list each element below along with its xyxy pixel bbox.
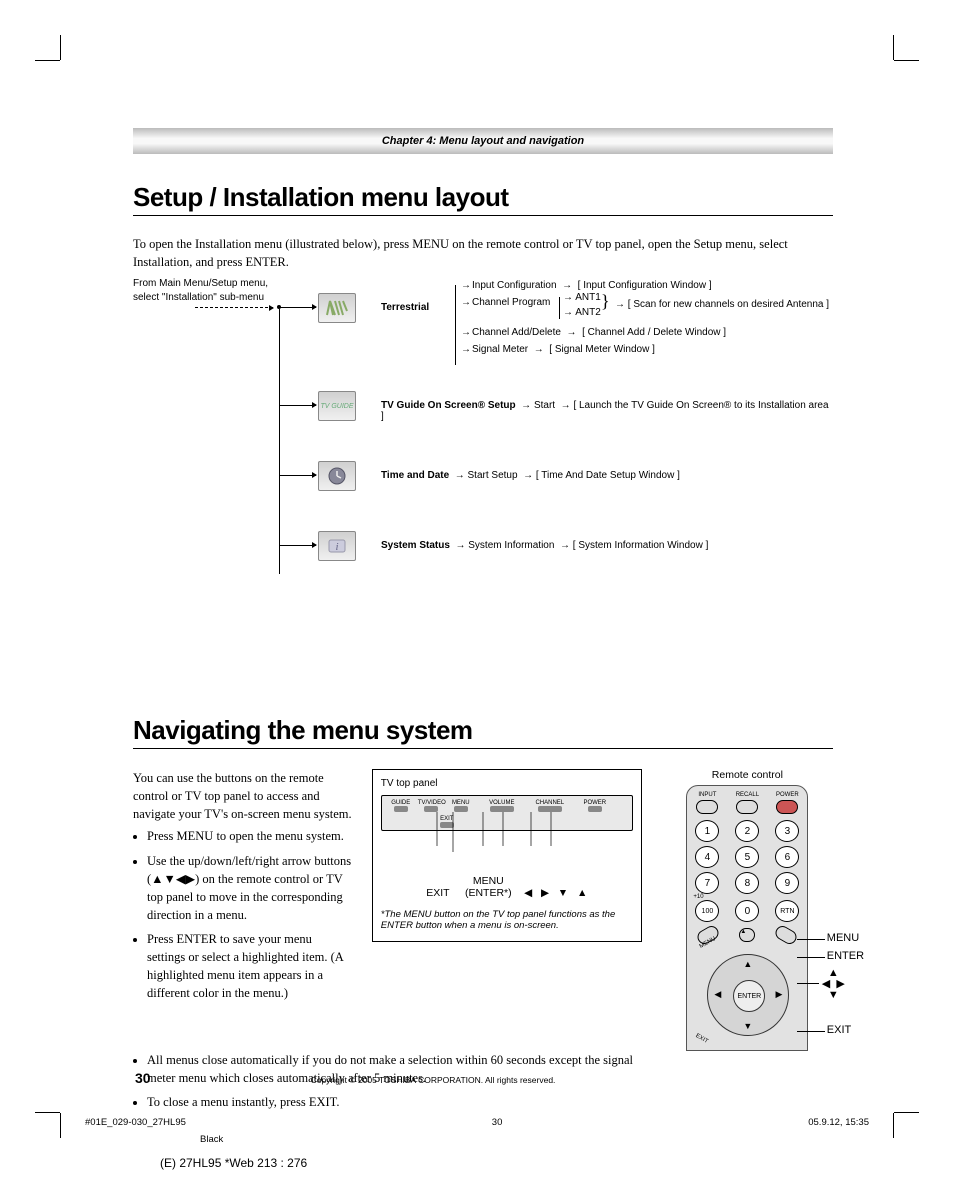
annot-exit: EXIT	[827, 1024, 851, 1036]
terrestrial-icon	[318, 293, 356, 323]
info-icon: i	[318, 531, 356, 561]
section-title-navigating: Navigating the menu system	[133, 715, 833, 746]
installation-diagram: From Main Menu/Setup menu, select "Insta…	[133, 277, 833, 607]
channel-program-label: Channel Program	[472, 297, 550, 308]
panel-note: *The MENU button on the TV top panel fun…	[381, 909, 633, 931]
ant2-label: ANT2	[575, 307, 601, 318]
svg-text:i: i	[335, 541, 338, 553]
panel-callout-labels: EXIT MENU (ENTER*) ◀ ▶ ▼ ▲	[381, 875, 633, 899]
enter-button-icon: ENTER	[733, 980, 765, 1012]
bracket-icon	[559, 297, 560, 319]
copyright: Copyright © 2005 TOSHIBA CORPORATION. Al…	[311, 1075, 556, 1085]
tv-panel-title: TV top panel	[381, 778, 633, 789]
nav-intro: You can use the buttons on the remote co…	[133, 769, 352, 823]
clock-icon	[318, 461, 356, 491]
meta-line: #01E_029-030_27HL95 30 05.9.12, 15:35	[85, 1117, 869, 1128]
arrow-icon	[280, 405, 316, 406]
channel-add-window-label: [ Channel Add / Delete Window ]	[582, 327, 726, 338]
tv-panel-strip: GUIDE TV/VIDEO MENU VOLUME CHANNEL POWER…	[381, 795, 633, 831]
tvguide-label: TV Guide On Screen® Setup	[381, 400, 516, 411]
annot-menu: MENU	[827, 932, 859, 944]
vertical-tree-line-icon	[279, 309, 280, 574]
watermark: (E) 27HL95 *Web 213 : 276	[160, 1156, 307, 1170]
bullet-item: To close a menu instantly, press EXIT.	[147, 1093, 637, 1111]
tvguide-start-label: Start	[534, 400, 555, 411]
channel-add-label: Channel Add/Delete	[472, 327, 561, 338]
signal-meter-label: Signal Meter	[472, 344, 528, 355]
nav-bullets: Press MENU to open the menu system. Use …	[133, 827, 352, 1002]
remote-title: Remote control	[662, 769, 833, 781]
terrestrial-label: Terrestrial	[381, 302, 429, 313]
tv-top-panel-box: TV top panel GUIDE TV/VIDEO MENU VOLUME …	[372, 769, 642, 942]
annot-enter: ENTER	[827, 950, 864, 962]
arrow-icon	[280, 307, 316, 308]
bracket-icon	[455, 285, 456, 365]
signal-meter-window-label: [ Signal Meter Window ]	[549, 344, 655, 355]
arrow-icon	[280, 545, 316, 546]
bullet-item: Press MENU to open the menu system.	[147, 827, 352, 845]
tvguide-icon: TV GUIDE	[318, 391, 356, 421]
input-config-label: Input Configuration	[472, 280, 557, 291]
remote-illustration: Remote control INPUT RECALL POWER 123 45…	[662, 769, 833, 1051]
bullet-item: Use the up/down/left/right arrow buttons…	[147, 852, 352, 925]
setup-intro: To open the Installation menu (illustrat…	[133, 236, 833, 271]
page-number: 30	[135, 1070, 151, 1086]
arrow-icon	[280, 475, 316, 476]
bullet-item: Press ENTER to save your menu settings o…	[147, 930, 352, 1003]
chapter-heading: Chapter 4: Menu layout and navigation	[133, 128, 833, 154]
system-status-label: System Status	[381, 540, 450, 551]
annot-dpad-icon: ▲ ◀ ▶ ▼	[822, 968, 845, 1001]
dashed-arrow-icon	[195, 307, 273, 308]
time-start-label: Start Setup	[468, 470, 518, 481]
divider	[133, 748, 833, 749]
system-start-label: System Information	[468, 540, 554, 551]
scan-note-label: [ Scan for new channels on desired Anten…	[628, 299, 829, 310]
system-result-label: [ System Information Window ]	[573, 540, 709, 551]
divider	[133, 215, 833, 216]
section-title-setup: Setup / Installation menu layout	[133, 182, 833, 213]
from-main-menu-label: From Main Menu/Setup menu, select "Insta…	[133, 277, 283, 304]
meta-black: Black	[200, 1134, 223, 1145]
ant1-label: ANT1	[575, 292, 601, 303]
time-result-label: [ Time And Date Setup Window ]	[536, 470, 680, 481]
input-config-window-label: [ Input Configuration Window ]	[578, 280, 712, 291]
time-date-label: Time and Date	[381, 470, 449, 481]
